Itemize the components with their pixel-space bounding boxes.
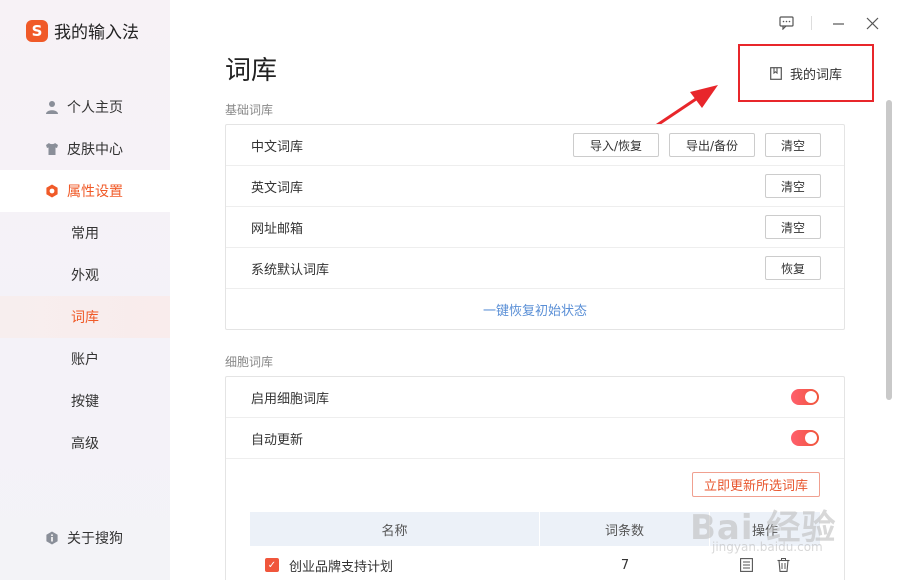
sidebar-item-profile[interactable]: 个人主页 <box>0 86 170 128</box>
toggle-knob <box>805 432 817 444</box>
restore-defaults-link[interactable]: 一键恢复初始状态 <box>226 289 844 329</box>
dictionary-row-chinese: 中文词库 导入/恢复 导出/备份 清空 <box>226 125 844 166</box>
import-restore-button[interactable]: 导入/恢复 <box>573 133 659 157</box>
sidebar-subitem-keys[interactable]: 按键 <box>0 380 170 422</box>
clear-chinese-button[interactable]: 清空 <box>765 133 821 157</box>
restore-system-button[interactable]: 恢复 <box>765 256 821 280</box>
person-icon <box>46 101 58 114</box>
row-name: 启用细胞词库 <box>251 391 330 407</box>
cell-section-label: 细胞词库 <box>225 355 274 369</box>
control-divider <box>811 16 812 30</box>
app-logo-icon: S <box>26 19 48 42</box>
auto-update-toggle[interactable] <box>791 430 819 446</box>
row-checkbox[interactable]: ✓ <box>265 558 279 572</box>
enable-cell-row: 启用细胞词库 <box>226 377 844 418</box>
row-name: 系统默认词库 <box>251 262 330 278</box>
sidebar-item-label: 关于搜狗 <box>67 531 123 547</box>
app-name: 我的输入法 <box>54 23 139 43</box>
row-name: 英文词库 <box>251 180 304 196</box>
sidebar-item-label: 皮肤中心 <box>67 142 123 158</box>
update-selected-button[interactable]: 立即更新所选词库 <box>692 472 820 497</box>
sidebar-item-label: 个人主页 <box>67 100 123 116</box>
clear-english-button[interactable]: 清空 <box>765 174 821 198</box>
toggle-knob <box>805 391 817 403</box>
row-name: 中文词库 <box>251 139 304 155</box>
basic-section-label: 基础词库 <box>225 103 274 117</box>
shirt-icon <box>46 143 58 155</box>
watermark-url: jingyan.baidu.com <box>712 540 823 554</box>
scrollbar-thumb[interactable] <box>886 100 892 400</box>
dictionary-row-url-email: 网址邮箱 清空 <box>226 207 844 248</box>
hexagon-gear-icon <box>46 184 58 198</box>
info-icon <box>46 531 58 545</box>
minimize-icon <box>832 22 844 25</box>
sidebar-item-skins[interactable]: 皮肤中心 <box>0 128 170 170</box>
sidebar-subitem-appearance[interactable]: 外观 <box>0 254 170 296</box>
row-name: 自动更新 <box>251 432 304 448</box>
sidebar-subitem-label: 常用 <box>71 226 99 242</box>
basic-dictionary-card: 中文词库 导入/恢复 导出/备份 清空 英文词库 清空 网址邮箱 清空 系统默认… <box>225 124 845 330</box>
sidebar-subitem-label: 词库 <box>71 310 99 326</box>
sidebar-item-label: 属性设置 <box>67 184 123 200</box>
app-brand: S 我的输入法 <box>26 18 139 43</box>
feedback-button[interactable] <box>775 12 797 34</box>
auto-update-row: 自动更新 <box>226 418 844 459</box>
sidebar-item-settings[interactable]: 属性设置 <box>0 170 170 212</box>
row-name: 网址邮箱 <box>251 221 304 237</box>
sidebar-subitem-account[interactable]: 账户 <box>0 338 170 380</box>
sidebar-subitem-advanced[interactable]: 高级 <box>0 422 170 464</box>
my-library-button[interactable]: 我的词库 <box>738 44 874 102</box>
sidebar-item-about[interactable]: 关于搜狗 <box>0 518 170 558</box>
page-title: 词库 <box>225 56 278 86</box>
sidebar-subitem-label: 按键 <box>71 394 99 410</box>
list-icon[interactable] <box>740 558 753 572</box>
my-library-label: 我的词库 <box>789 67 842 83</box>
sidebar-subitem-common[interactable]: 常用 <box>0 212 170 254</box>
export-backup-button[interactable]: 导出/备份 <box>669 133 755 157</box>
sidebar-subitem-label: 账户 <box>71 352 99 368</box>
enable-cell-toggle[interactable] <box>791 389 819 405</box>
sidebar-subitem-label: 外观 <box>71 268 99 284</box>
close-icon <box>866 17 878 29</box>
sidebar-subitem-dictionary[interactable]: 词库 <box>0 296 170 338</box>
bookmark-icon <box>770 66 782 80</box>
row-dictionary-name: 创业品牌支持计划 <box>289 559 394 575</box>
sidebar-subitem-label: 高级 <box>71 436 99 452</box>
trash-icon[interactable] <box>777 558 790 572</box>
row-word-count: 7 <box>620 557 630 573</box>
sidebar: S 我的输入法 个人主页 皮肤中心 属性设置 常用 外观 词库 账户 按键 高级… <box>0 0 170 580</box>
minimize-button[interactable] <box>827 12 849 34</box>
column-header-count: 词条数 <box>540 512 710 546</box>
clear-url-email-button[interactable]: 清空 <box>765 215 821 239</box>
dictionary-row-english: 英文词库 清空 <box>226 166 844 207</box>
column-header-name: 名称 <box>250 512 540 546</box>
chat-icon <box>778 16 794 30</box>
close-button[interactable] <box>861 12 883 34</box>
dictionary-row-system-default: 系统默认词库 恢复 <box>226 248 844 289</box>
